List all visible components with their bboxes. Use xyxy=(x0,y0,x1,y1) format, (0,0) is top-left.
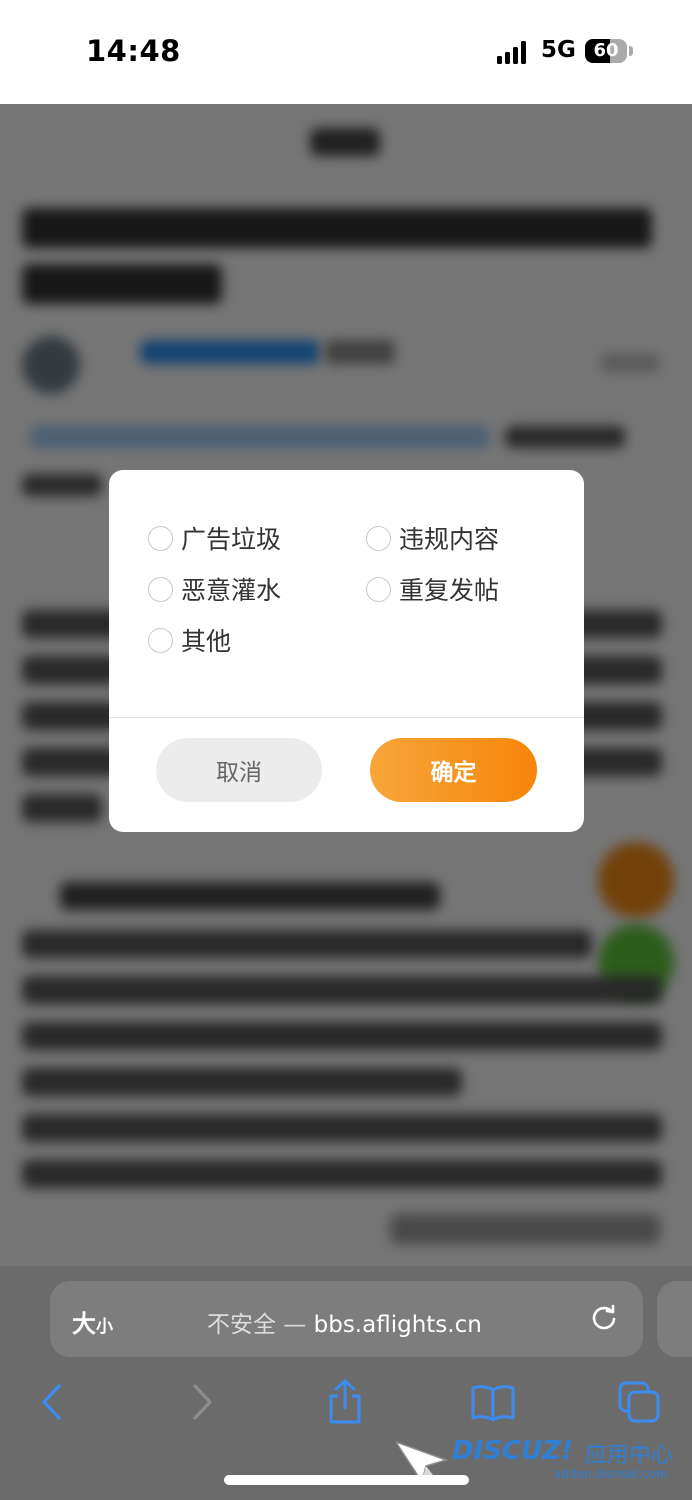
cancel-button[interactable]: 取消 xyxy=(156,738,322,802)
back-icon[interactable] xyxy=(28,1378,76,1426)
report-option-other[interactable]: 其他 xyxy=(148,620,231,660)
url-text[interactable]: 不安全 — bbs.aflights.cn xyxy=(207,1305,482,1339)
network-type: 5G xyxy=(541,37,576,63)
next-tab-preview[interactable] xyxy=(657,1281,692,1357)
url-host: bbs.aflights.cn xyxy=(313,1312,482,1338)
report-option-label: 违规内容 xyxy=(399,525,500,554)
radio-button[interactable] xyxy=(366,525,391,551)
radio-button[interactable] xyxy=(366,576,391,602)
radio-button[interactable] xyxy=(148,525,173,551)
url-security-label: 不安全 — xyxy=(207,1312,314,1338)
status-bar: 14:48 5G 60 xyxy=(0,0,692,104)
report-option-label: 重复发帖 xyxy=(399,576,500,605)
text-size-small: 小 xyxy=(96,1317,113,1337)
report-option-duplicate[interactable]: 重复发帖 xyxy=(366,569,499,609)
radio-button[interactable] xyxy=(148,627,173,653)
reload-icon[interactable] xyxy=(589,1303,619,1333)
watermark-sub: addon.dismall.com xyxy=(554,1467,668,1481)
report-option-label: 广告垃圾 xyxy=(181,525,282,554)
text-size-button[interactable]: 大小 xyxy=(72,1304,113,1339)
share-icon[interactable] xyxy=(321,1378,369,1426)
confirm-button[interactable]: 确定 xyxy=(370,738,537,802)
radio-button[interactable] xyxy=(148,576,173,602)
battery-icon: 60 xyxy=(585,39,627,63)
report-option-flooding[interactable]: 恶意灌水 xyxy=(148,569,281,609)
report-option-violation[interactable]: 违规内容 xyxy=(366,518,499,558)
watermark-brand: DISCUZ! xyxy=(452,1436,573,1466)
battery-cap xyxy=(629,46,633,56)
forward-icon[interactable] xyxy=(178,1378,226,1426)
report-option-label: 恶意灌水 xyxy=(181,576,282,605)
report-dialog: 广告垃圾 违规内容 恶意灌水 重复发帖 其他 取消 确定 xyxy=(109,470,584,832)
text-size-big: 大 xyxy=(72,1310,96,1338)
battery-level: 60 xyxy=(593,40,619,61)
watermark-title: 应用中心 xyxy=(585,1443,674,1468)
home-indicator[interactable] xyxy=(224,1475,469,1485)
dialog-divider xyxy=(109,717,584,718)
tabs-icon[interactable] xyxy=(615,1378,663,1426)
signal-icon xyxy=(497,40,531,64)
report-option-label: 其他 xyxy=(181,627,232,656)
bookmarks-icon[interactable] xyxy=(469,1378,517,1426)
status-time: 14:48 xyxy=(86,34,181,68)
report-option-ad-spam[interactable]: 广告垃圾 xyxy=(148,518,281,558)
